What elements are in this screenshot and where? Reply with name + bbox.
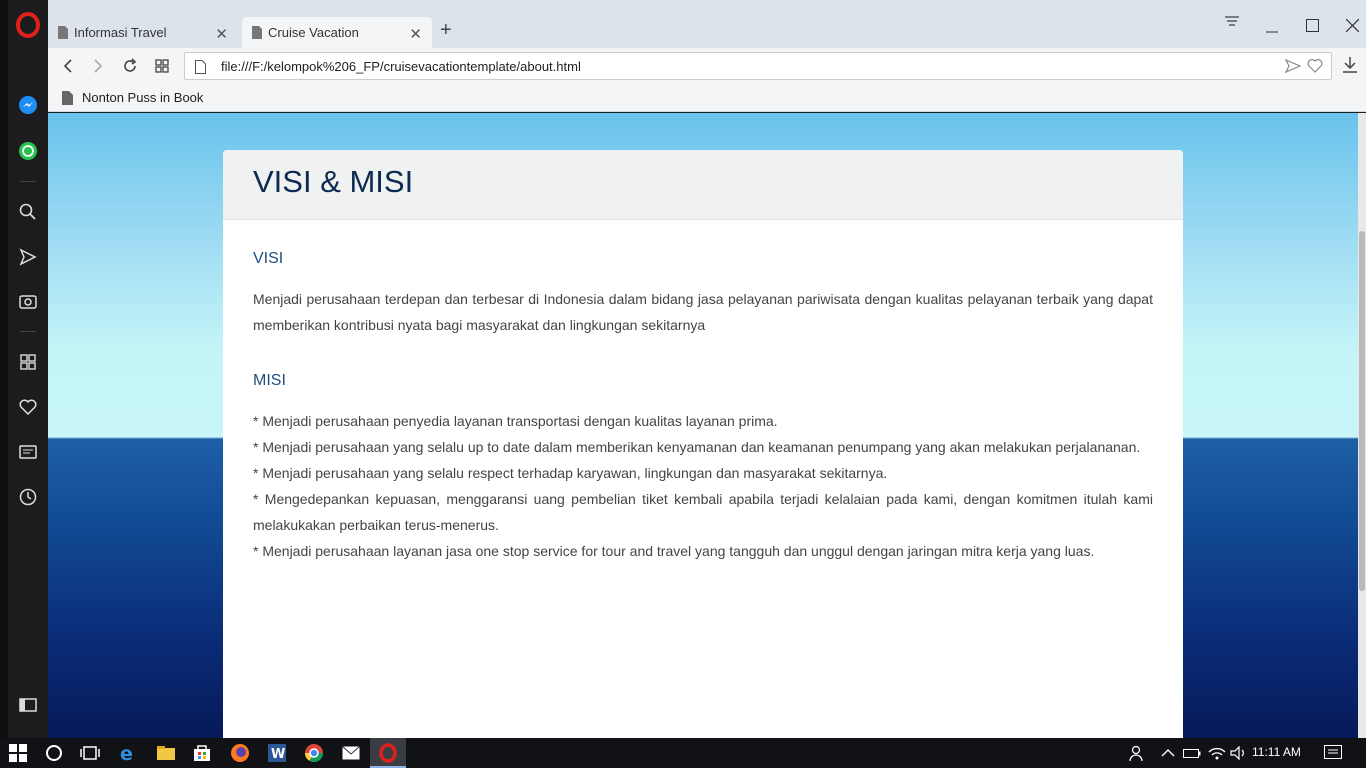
misi-item: * Menjadi perusahaan penyedia layanan tr… — [253, 413, 778, 429]
firefox-icon[interactable] — [230, 743, 250, 763]
svg-text:W: W — [271, 747, 285, 762]
document-icon — [252, 26, 262, 39]
minimize-button[interactable] — [1266, 20, 1278, 38]
news-icon[interactable] — [17, 441, 39, 463]
send-page-icon[interactable] — [1285, 58, 1301, 74]
sidebar-separator — [20, 181, 36, 182]
misi-item: * Menjadi perusahaan yang selalu up to d… — [253, 439, 1141, 455]
send-icon[interactable] — [17, 246, 39, 268]
scrollbar-thumb[interactable] — [1359, 231, 1365, 591]
tab-title: Informasi Travel — [74, 25, 167, 40]
sidebar-toggle-icon[interactable] — [17, 694, 39, 716]
download-icon[interactable] — [1342, 56, 1358, 79]
opera-logo-icon[interactable] — [16, 12, 40, 38]
history-icon[interactable] — [17, 486, 39, 508]
opera-sidebar — [0, 0, 48, 738]
volume-icon[interactable] — [1229, 743, 1249, 763]
battery-icon[interactable] — [1182, 743, 1202, 763]
bookmark-item[interactable]: Nonton Puss in Book — [62, 90, 203, 105]
url-text: file:///F:/kelompok%206_FP/cruisevacatio… — [221, 59, 581, 74]
back-button[interactable] — [58, 56, 78, 76]
edge-icon[interactable]: e — [118, 743, 138, 763]
page-title: VISI & MISI — [253, 164, 414, 199]
tab-bar: Informasi Travel ✕ Cruise Vacation ✕ + — [48, 0, 1366, 48]
heart-icon[interactable] — [17, 396, 39, 418]
new-tab-button[interactable]: + — [440, 19, 452, 42]
close-window-button[interactable] — [1345, 18, 1360, 37]
tab-title: Cruise Vacation — [268, 25, 359, 40]
opera-taskbar-button[interactable] — [370, 738, 406, 768]
task-view-icon[interactable] — [80, 743, 100, 763]
speed-dial-icon[interactable] — [17, 351, 39, 373]
tab-informasi-travel[interactable]: Informasi Travel ✕ — [48, 17, 238, 48]
reload-button[interactable] — [120, 56, 140, 76]
wifi-icon[interactable] — [1207, 743, 1227, 763]
messenger-icon[interactable] — [17, 94, 39, 116]
close-tab-icon[interactable]: ✕ — [215, 25, 228, 43]
bookmark-heart-icon[interactable] — [1307, 58, 1323, 74]
maximize-button[interactable] — [1306, 19, 1319, 37]
url-field[interactable]: file:///F:/kelompok%206_FP/cruisevacatio… — [184, 52, 1332, 80]
tab-cruise-vacation[interactable]: Cruise Vacation ✕ — [242, 17, 432, 48]
forward-button[interactable] — [88, 56, 108, 76]
close-tab-icon[interactable]: ✕ — [409, 25, 422, 43]
notification-icon[interactable] — [1323, 743, 1343, 763]
visi-text: Menjadi perusahaan terdepan dan terbesar… — [253, 291, 1153, 333]
store-icon[interactable] — [192, 743, 212, 763]
card-body: VISI Menjadi perusahaan terdepan dan ter… — [223, 220, 1183, 564]
people-icon[interactable] — [1128, 743, 1148, 763]
tab-menu-icon[interactable] — [1224, 14, 1240, 32]
misi-item: * Menjadi perusahaan yang selalu respect… — [253, 465, 888, 481]
camera-icon[interactable] — [17, 290, 39, 312]
misi-heading: MISI — [253, 372, 286, 389]
whatsapp-icon[interactable] — [17, 140, 39, 162]
address-bar-row: file:///F:/kelompok%206_FP/cruisevacatio… — [48, 48, 1366, 84]
mail-icon[interactable] — [341, 743, 361, 763]
taskbar-clock[interactable]: 11:11 AM — [1252, 745, 1301, 759]
document-icon — [58, 26, 68, 39]
page-viewport: VISI & MISI VISI Menjadi perusahaan terd… — [48, 113, 1366, 738]
document-icon — [62, 90, 73, 105]
svg-text:e: e — [120, 744, 133, 762]
file-explorer-icon[interactable] — [156, 743, 176, 763]
misi-item: * Menjadi perusahaan layanan jasa one st… — [253, 543, 1095, 559]
cortana-icon[interactable] — [44, 743, 64, 763]
word-icon[interactable]: W — [267, 743, 287, 763]
opera-icon — [378, 743, 398, 763]
misi-item: * Mengedepankan kepuasan, menggaransi ua… — [253, 491, 1153, 533]
bookmark-label: Nonton Puss in Book — [82, 90, 204, 105]
visi-heading: VISI — [253, 250, 284, 267]
search-icon[interactable] — [17, 201, 39, 223]
start-icon[interactable] — [8, 743, 28, 763]
chrome-icon[interactable] — [304, 743, 324, 763]
card-header: VISI & MISI — [223, 150, 1183, 220]
bookmarks-bar: Nonton Puss in Book — [48, 84, 1366, 112]
page-icon — [195, 60, 206, 74]
speed-dial-button[interactable] — [152, 56, 172, 76]
taskbar: e W 11:11 AM — [0, 738, 1366, 768]
sidebar-separator — [20, 331, 36, 332]
content-card: VISI & MISI VISI Menjadi perusahaan terd… — [223, 150, 1183, 738]
page-scrollbar[interactable] — [1358, 113, 1366, 738]
chevron-up-icon[interactable] — [1158, 743, 1178, 763]
